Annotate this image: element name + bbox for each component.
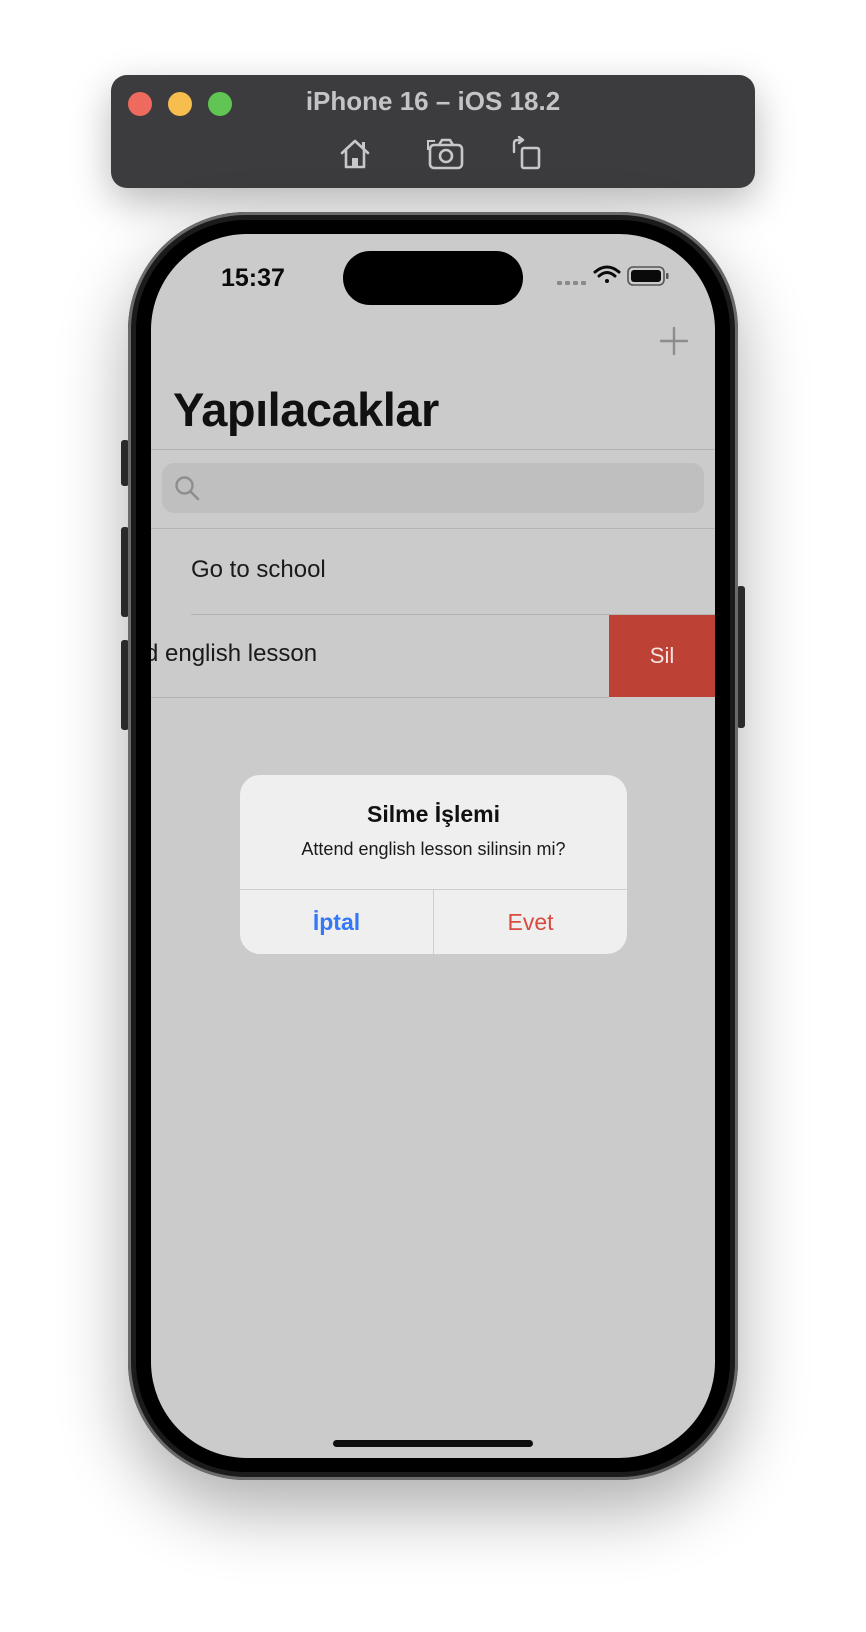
alert-message: Attend english lesson silinsin mi? bbox=[301, 839, 566, 859]
plus-icon bbox=[659, 326, 689, 356]
row-divider bbox=[151, 697, 609, 698]
home-button[interactable] bbox=[336, 136, 374, 172]
search-divider bbox=[151, 528, 715, 529]
screenshot-icon bbox=[427, 138, 464, 170]
nav-divider bbox=[151, 449, 715, 450]
list-item[interactable]: d english lesson bbox=[151, 640, 317, 668]
rotate-button[interactable] bbox=[509, 135, 547, 172]
battery-icon bbox=[627, 266, 669, 286]
search-bar[interactable] bbox=[162, 463, 704, 515]
list-item[interactable]: Go to school bbox=[191, 556, 326, 584]
delete-swipe-button[interactable]: Sil bbox=[609, 615, 715, 697]
cancel-button[interactable]: İptal bbox=[240, 890, 433, 954]
add-todo-button[interactable] bbox=[659, 326, 689, 356]
status-icons bbox=[557, 265, 669, 286]
delete-confirmation-alert: Silme İşlemi Attend english lesson silin… bbox=[240, 775, 627, 954]
page-title: Yapılacaklar bbox=[173, 383, 439, 436]
simulator-title: iPhone 16 – iOS 18.2 bbox=[305, 86, 561, 116]
power-button bbox=[737, 586, 745, 728]
status-time: 15:37 bbox=[221, 264, 285, 292]
wifi-icon bbox=[593, 265, 621, 283]
confirm-delete-button[interactable]: Evet bbox=[434, 890, 627, 954]
phone-screen: 15:37 Yapılacaklar Go to school d englis… bbox=[151, 234, 715, 1458]
simulator-stage: iPhone 16 – iOS 18.2 15:37 Yapılacaklar … bbox=[0, 0, 866, 1632]
search-icon bbox=[175, 476, 200, 501]
alert-title: Silme İşlemi bbox=[367, 801, 500, 827]
search-input[interactable] bbox=[208, 463, 692, 515]
rotate-icon bbox=[512, 135, 541, 170]
cellular-icon bbox=[557, 281, 586, 285]
screenshot-button[interactable] bbox=[427, 136, 465, 172]
home-indicator[interactable] bbox=[333, 1440, 533, 1447]
home-icon bbox=[340, 139, 370, 169]
dynamic-island bbox=[343, 251, 523, 305]
